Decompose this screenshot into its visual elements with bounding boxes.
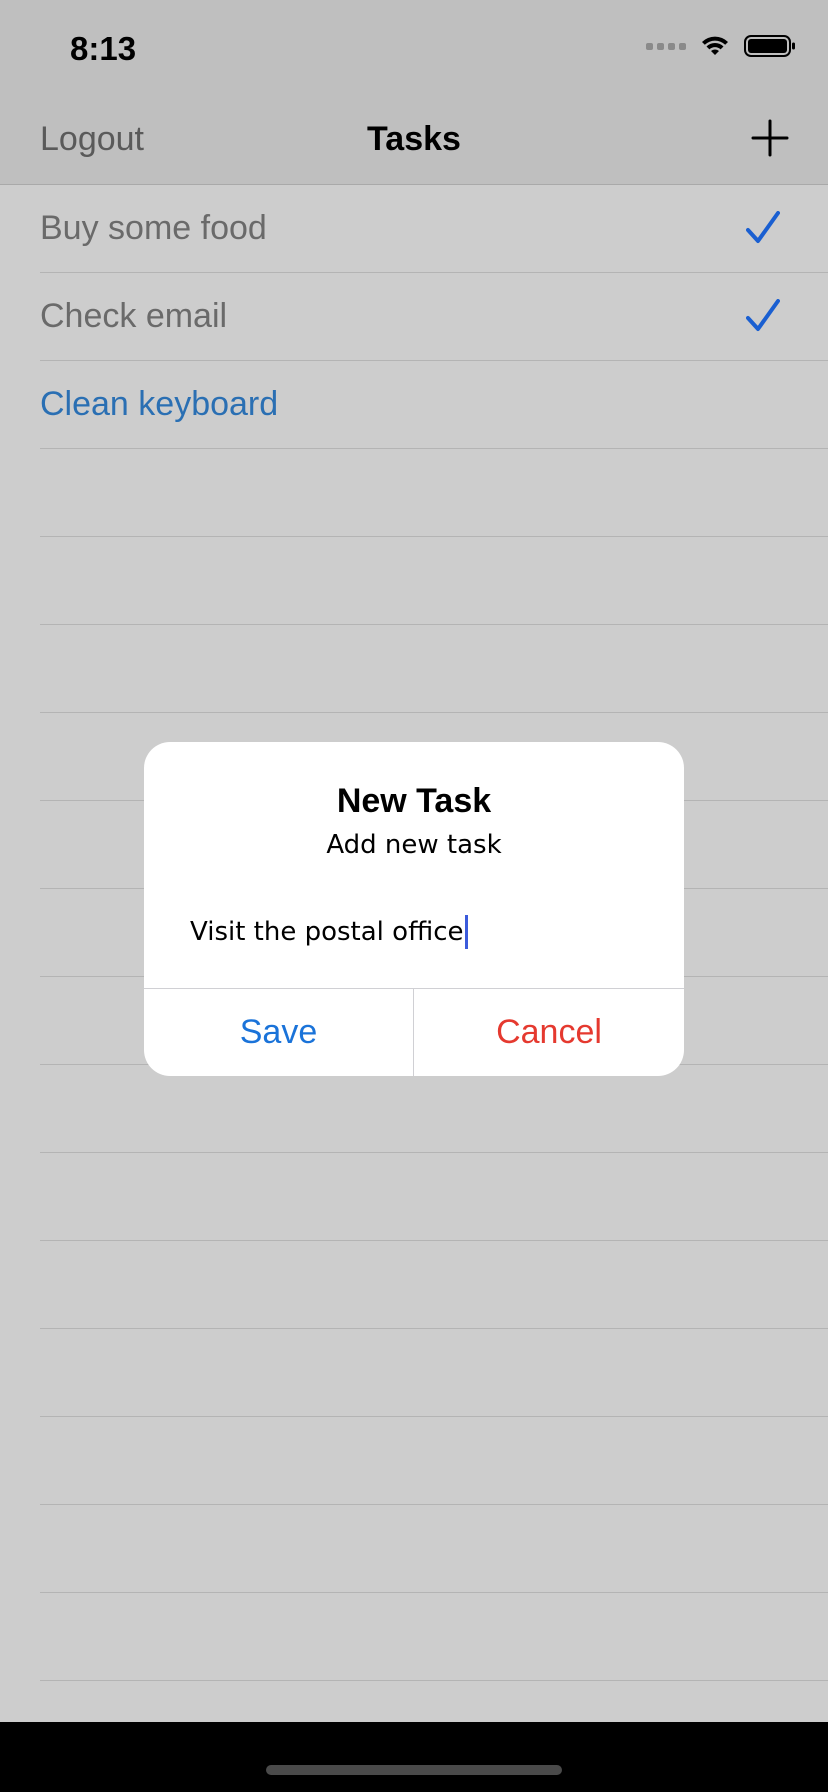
plus-icon[interactable] bbox=[750, 118, 790, 158]
wifi-icon bbox=[702, 36, 728, 55]
task-row[interactable]: Clean keyboard bbox=[40, 361, 828, 449]
task-name-value: Visit the postal office bbox=[190, 917, 464, 947]
alert-message: Add new task bbox=[326, 830, 502, 860]
empty-row bbox=[40, 1417, 828, 1505]
page-title: Tasks bbox=[367, 120, 461, 158]
empty-row bbox=[40, 1505, 828, 1593]
cancel-button[interactable]: Cancel bbox=[414, 989, 684, 1076]
cellular-signal-icon bbox=[646, 42, 686, 50]
checkmark-icon bbox=[746, 299, 780, 331]
tasks-screen: 8:13 Logout Tasks Buy some food Check em… bbox=[0, 0, 828, 1722]
empty-row bbox=[40, 625, 828, 713]
navigation-bar: Logout Tasks bbox=[0, 96, 828, 185]
status-icons bbox=[646, 34, 796, 58]
empty-row bbox=[40, 1153, 828, 1241]
home-indicator-area bbox=[0, 1722, 828, 1792]
text-caret bbox=[464, 915, 468, 949]
status-bar: 8:13 bbox=[0, 0, 828, 96]
task-label: Check email bbox=[40, 297, 228, 335]
empty-row bbox=[40, 449, 828, 537]
task-row[interactable]: Check email bbox=[40, 273, 828, 361]
task-name-field[interactable]: Visit the postal office bbox=[190, 912, 654, 952]
status-time: 8:13 bbox=[70, 30, 137, 67]
alert-title: New Task bbox=[336, 782, 492, 820]
save-button[interactable]: Save bbox=[144, 989, 413, 1076]
empty-row bbox=[40, 1241, 828, 1329]
task-label: Clean keyboard bbox=[40, 385, 279, 423]
new-task-alert: New Task Add new task Visit the postal o… bbox=[144, 742, 684, 1076]
checkmark-icon bbox=[746, 211, 780, 243]
empty-row bbox=[40, 1329, 828, 1417]
empty-row bbox=[40, 1065, 828, 1153]
task-label: Buy some food bbox=[40, 209, 267, 247]
empty-row bbox=[40, 537, 828, 625]
battery-icon bbox=[744, 35, 795, 57]
home-indicator[interactable] bbox=[266, 1765, 562, 1775]
empty-row bbox=[40, 1681, 828, 1722]
task-row[interactable]: Buy some food bbox=[40, 185, 828, 273]
empty-row bbox=[40, 1593, 828, 1681]
